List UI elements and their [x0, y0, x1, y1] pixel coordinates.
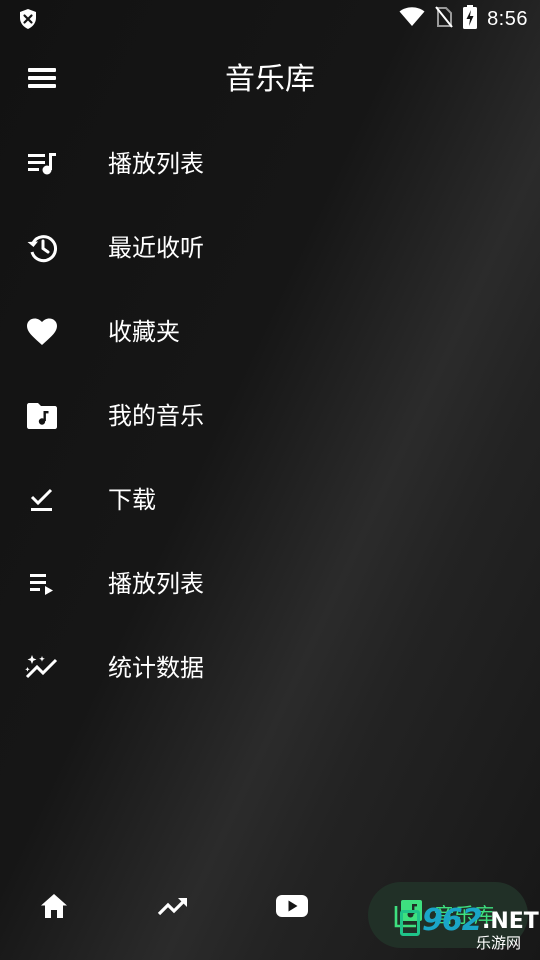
nav-youtube[interactable] [268, 884, 316, 932]
watermark-logo: 962 .NET 乐游网 [400, 903, 539, 958]
status-bar: 8:56 [0, 0, 540, 38]
home-icon [39, 892, 69, 924]
nav-home[interactable] [30, 884, 78, 932]
menu-item-label: 最近收听 [108, 234, 204, 262]
download-done-icon [24, 482, 60, 518]
menu-item-playlists-2[interactable]: 播放列表 [0, 542, 540, 626]
battery-charging-icon [463, 5, 478, 33]
watermark-subtitle: 乐游网 [476, 934, 522, 952]
menu-item-label: 统计数据 [108, 654, 204, 682]
shield-icon [18, 8, 38, 30]
library-screen: 8:56 音乐库 播放列表 最近收听 收藏夹 我的音乐 下载 播放列表 统计数据… [0, 0, 540, 960]
youtube-icon [275, 894, 309, 922]
menu-item-statistics[interactable]: 统计数据 [0, 626, 540, 710]
menu-item-playlists[interactable]: 播放列表 [0, 122, 540, 206]
menu-item-label: 下载 [108, 486, 156, 514]
no-sim-icon [435, 6, 453, 32]
menu-item-label: 收藏夹 [108, 318, 180, 346]
wifi-icon [399, 7, 425, 31]
library-menu: 播放列表 最近收听 收藏夹 我的音乐 下载 播放列表 统计数据 [0, 122, 540, 710]
history-icon [24, 230, 60, 266]
menu-item-downloads[interactable]: 下载 [0, 458, 540, 542]
app-header: 音乐库 [0, 48, 540, 112]
menu-item-my-music[interactable]: 我的音乐 [0, 374, 540, 458]
trending-icon [157, 894, 189, 922]
watermark-suffix: .NET [482, 909, 539, 934]
playlist-play-icon [24, 566, 60, 602]
nav-trending[interactable] [149, 884, 197, 932]
menu-item-label: 播放列表 [108, 570, 204, 598]
status-icons: 8:56 [399, 4, 528, 34]
status-time: 8:56 [487, 7, 528, 30]
music-folder-icon [24, 398, 60, 434]
menu-item-label: 播放列表 [108, 150, 204, 178]
menu-item-label: 我的音乐 [108, 402, 204, 430]
watermark-badge-icon [400, 910, 420, 936]
stats-icon [24, 650, 60, 686]
heart-icon [24, 314, 60, 350]
watermark-number: 962 [422, 903, 483, 938]
playlist-music-icon [24, 146, 60, 182]
menu-item-favorites[interactable]: 收藏夹 [0, 290, 540, 374]
page-title: 音乐库 [225, 62, 315, 97]
menu-item-recently-played[interactable]: 最近收听 [0, 206, 540, 290]
